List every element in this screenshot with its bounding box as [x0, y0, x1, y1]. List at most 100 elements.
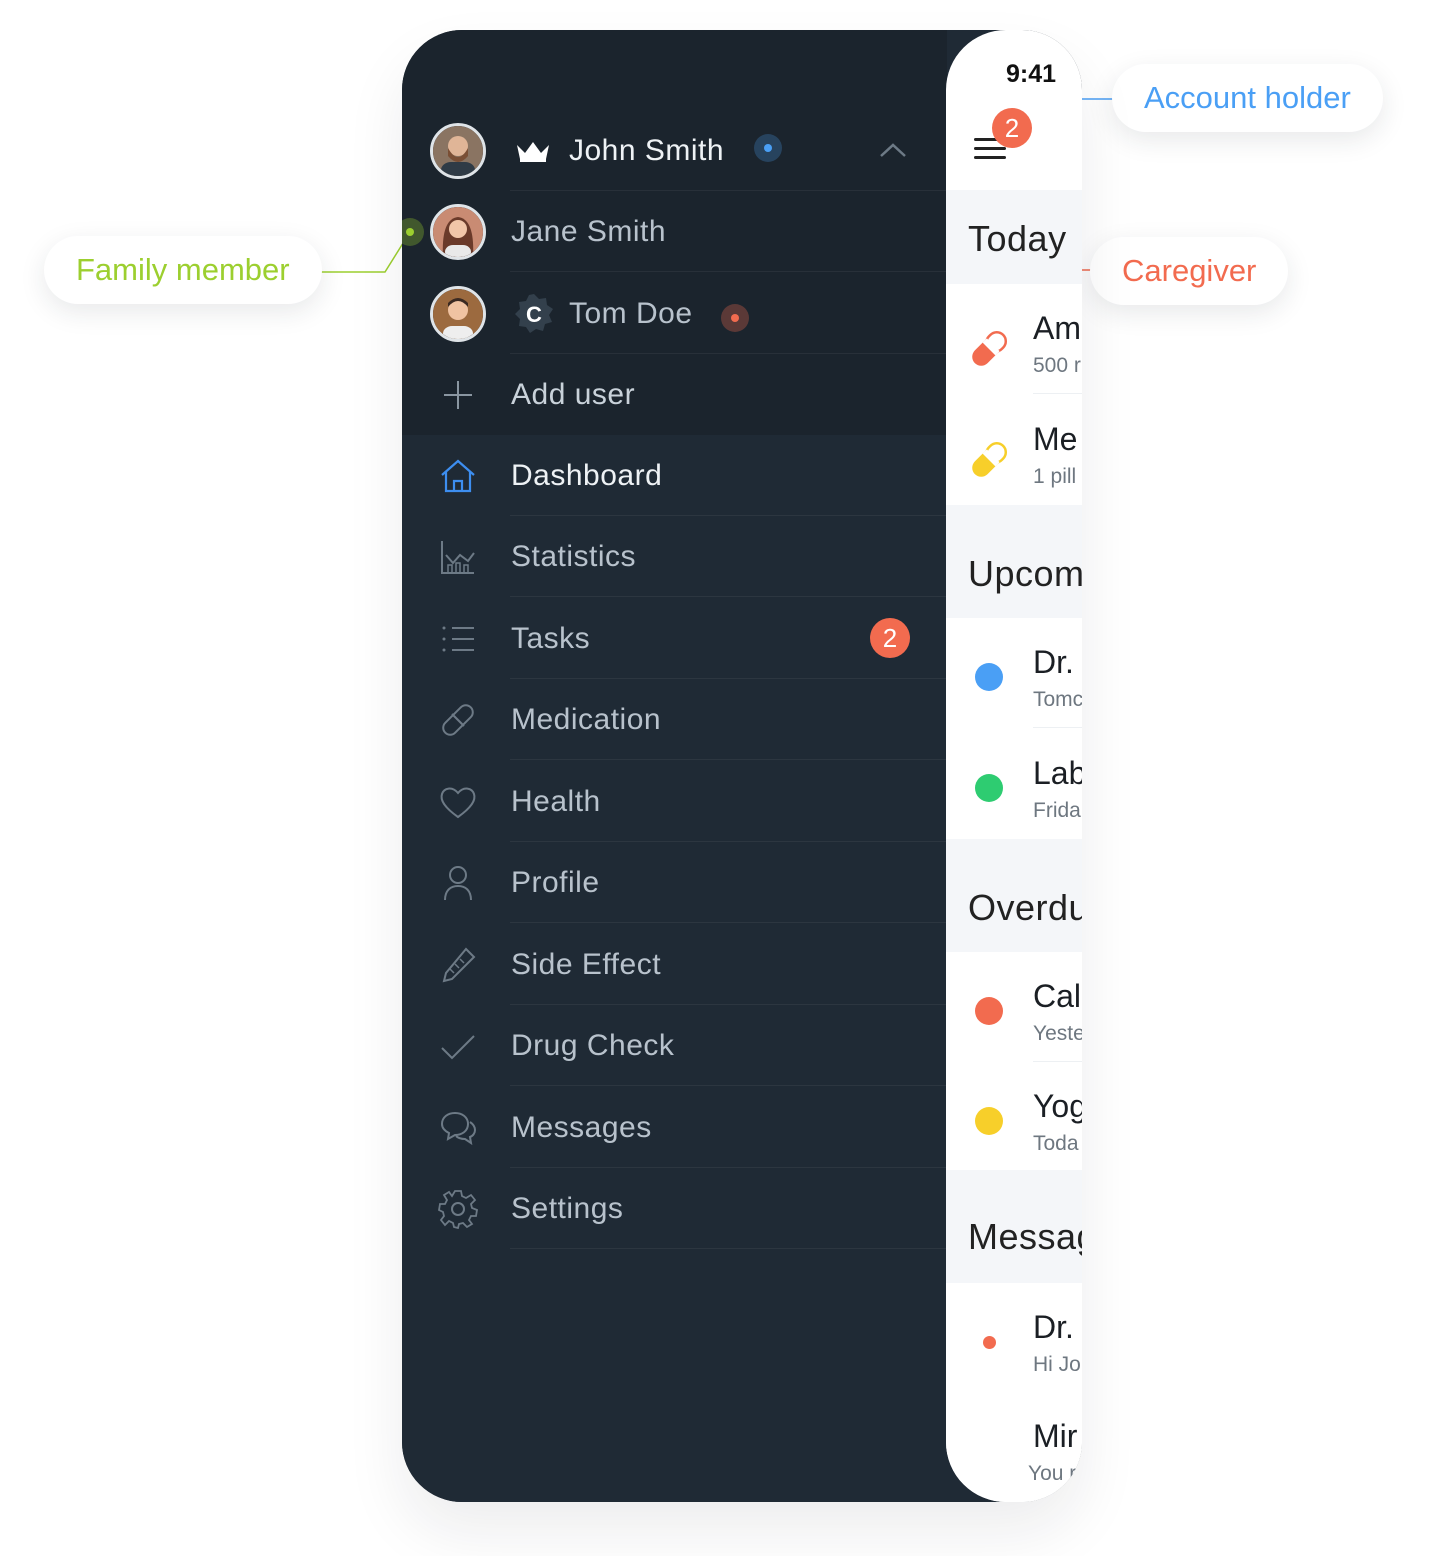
section-overdue: Overdu: [946, 839, 1082, 952]
menu-item-drug-check[interactable]: Drug Check: [402, 1005, 947, 1086]
add-user-button[interactable]: Add user: [402, 354, 947, 435]
dashboard-panel: 9:41 2 Today Am 500 r Me 1 pill Upcom Dr…: [946, 30, 1082, 1502]
item-subtitle: Toda: [1033, 1132, 1079, 1155]
status-dot: [975, 997, 1003, 1025]
phone-frame: John Smith Jane Smith C Tom Doe Add user…: [402, 30, 1082, 1502]
menu-item-label: Medication: [511, 702, 662, 736]
menu-item-tasks[interactable]: Tasks 2: [402, 598, 947, 679]
item-subtitle: You r: [1028, 1462, 1077, 1485]
check-icon: [441, 1034, 475, 1059]
add-user-label: Add user: [511, 377, 636, 411]
thermometer-icon: [442, 947, 476, 982]
navigation-menu: Dashboard Statistics Tasks 2 Medication …: [402, 435, 947, 1502]
status-dot: [975, 1107, 1003, 1135]
item-title: Me: [1033, 421, 1078, 457]
crown-icon: [517, 141, 549, 162]
item-title: Mir: [1033, 1418, 1078, 1454]
menu-item-dashboard[interactable]: Dashboard: [402, 435, 947, 516]
status-dot: [975, 663, 1003, 691]
menu-item-settings[interactable]: Settings: [402, 1168, 947, 1249]
menu-item-label: Drug Check: [511, 1028, 675, 1062]
list-item[interactable]: Dr. Tomc: [946, 618, 1082, 728]
status-dot: [975, 774, 1003, 802]
menu-item-label: Statistics: [511, 539, 637, 573]
section-title: Upcom: [968, 553, 1082, 594]
menu-item-health[interactable]: Health: [402, 761, 947, 842]
item-subtitle: Frida: [1033, 799, 1081, 822]
menu-item-profile[interactable]: Profile: [402, 842, 947, 923]
account-holder-callout-label: Account holder: [1144, 80, 1351, 115]
item-subtitle: Tomc: [1033, 688, 1082, 711]
avatar: [430, 203, 486, 260]
unread-dot: [983, 1336, 996, 1349]
menu-item-label: Settings: [511, 1191, 624, 1225]
list-item[interactable]: Me 1 pill: [946, 395, 1082, 505]
account-holder-marker: [754, 134, 782, 162]
home-icon: [441, 459, 475, 492]
menu-item-label: Tasks: [511, 621, 591, 655]
avatar: [430, 122, 486, 179]
list-icon: [442, 626, 474, 651]
user-row-jane-smith[interactable]: Jane Smith: [402, 191, 947, 272]
list-item[interactable]: Cal Yeste: [946, 952, 1082, 1062]
menu-item-label: Health: [511, 784, 601, 818]
user-row-tom-doe[interactable]: C Tom Doe: [402, 273, 947, 354]
menu-notification-badge: 2: [992, 108, 1032, 148]
menu-item-messages[interactable]: Messages: [402, 1087, 947, 1168]
item-title: Yog: [1033, 1088, 1082, 1124]
section-today: Today: [946, 190, 1082, 284]
item-title: Am: [1033, 310, 1081, 346]
list-item[interactable]: Am 500 r: [946, 284, 1082, 394]
item-title: Lab: [1033, 755, 1082, 791]
caregiver-badge-icon: C: [515, 293, 553, 333]
family-member-callout-label: Family member: [76, 252, 290, 287]
item-subtitle: Hi Jo: [1033, 1353, 1081, 1376]
section-messages: Messag: [946, 1170, 1082, 1283]
caregiver-badge-letter: C: [526, 302, 542, 327]
menu-item-label: Messages: [511, 1110, 652, 1144]
user-name-label: Jane Smith: [511, 214, 667, 248]
section-title: Messag: [968, 1216, 1082, 1257]
item-title: Dr.: [1033, 1309, 1074, 1345]
caregiver-callout-label: Caregiver: [1122, 253, 1257, 288]
account-holder-callout: Account holder: [1112, 64, 1383, 132]
pill-icon: [972, 441, 1008, 477]
user-name-label: John Smith: [569, 133, 725, 167]
item-subtitle: 500 r: [1033, 354, 1081, 377]
user-icon: [444, 865, 472, 900]
family-member-callout: Family member: [44, 236, 322, 304]
user-row-john-smith[interactable]: John Smith: [402, 110, 947, 191]
tasks-count-badge: 2: [870, 618, 910, 658]
item-subtitle: 1 pill: [1033, 465, 1077, 488]
section-title: Overdu: [968, 887, 1082, 928]
chevron-up-icon[interactable]: [873, 131, 913, 171]
menu-item-label: Profile: [511, 865, 600, 899]
list-item[interactable]: Dr. Hi Jo: [946, 1283, 1082, 1393]
list-item[interactable]: Mir You r: [946, 1392, 1082, 1502]
user-switcher: John Smith Jane Smith C Tom Doe Add user: [402, 30, 947, 435]
caregiver-callout: Caregiver: [1090, 237, 1289, 305]
heart-icon: [440, 787, 476, 818]
caregiver-marker: [721, 304, 749, 332]
gear-icon: [438, 1189, 478, 1229]
menu-item-side-effect[interactable]: Side Effect: [402, 924, 947, 1005]
menu-item-label: Side Effect: [511, 947, 662, 981]
item-title: Cal: [1033, 978, 1082, 1014]
menu-item-label: Dashboard: [511, 458, 663, 492]
pill-icon: [442, 703, 474, 736]
item-title: Dr.: [1033, 644, 1074, 680]
avatar: [430, 285, 486, 342]
menu-item-medication[interactable]: Medication: [402, 679, 947, 760]
status-time: 9:41: [1006, 60, 1057, 88]
menu-item-statistics[interactable]: Statistics: [402, 516, 947, 597]
list-item[interactable]: Yog Toda: [946, 1062, 1082, 1172]
list-item[interactable]: Lab Frida: [946, 729, 1082, 839]
pill-icon: [972, 330, 1008, 366]
chat-icon: [440, 1111, 477, 1145]
section-upcoming: Upcom: [946, 505, 1082, 618]
item-subtitle: Yeste: [1033, 1022, 1082, 1045]
section-title: Today: [968, 218, 1067, 259]
plus-icon: [444, 380, 472, 409]
user-name-label: Tom Doe: [569, 296, 693, 330]
statistics-icon: [441, 540, 475, 574]
